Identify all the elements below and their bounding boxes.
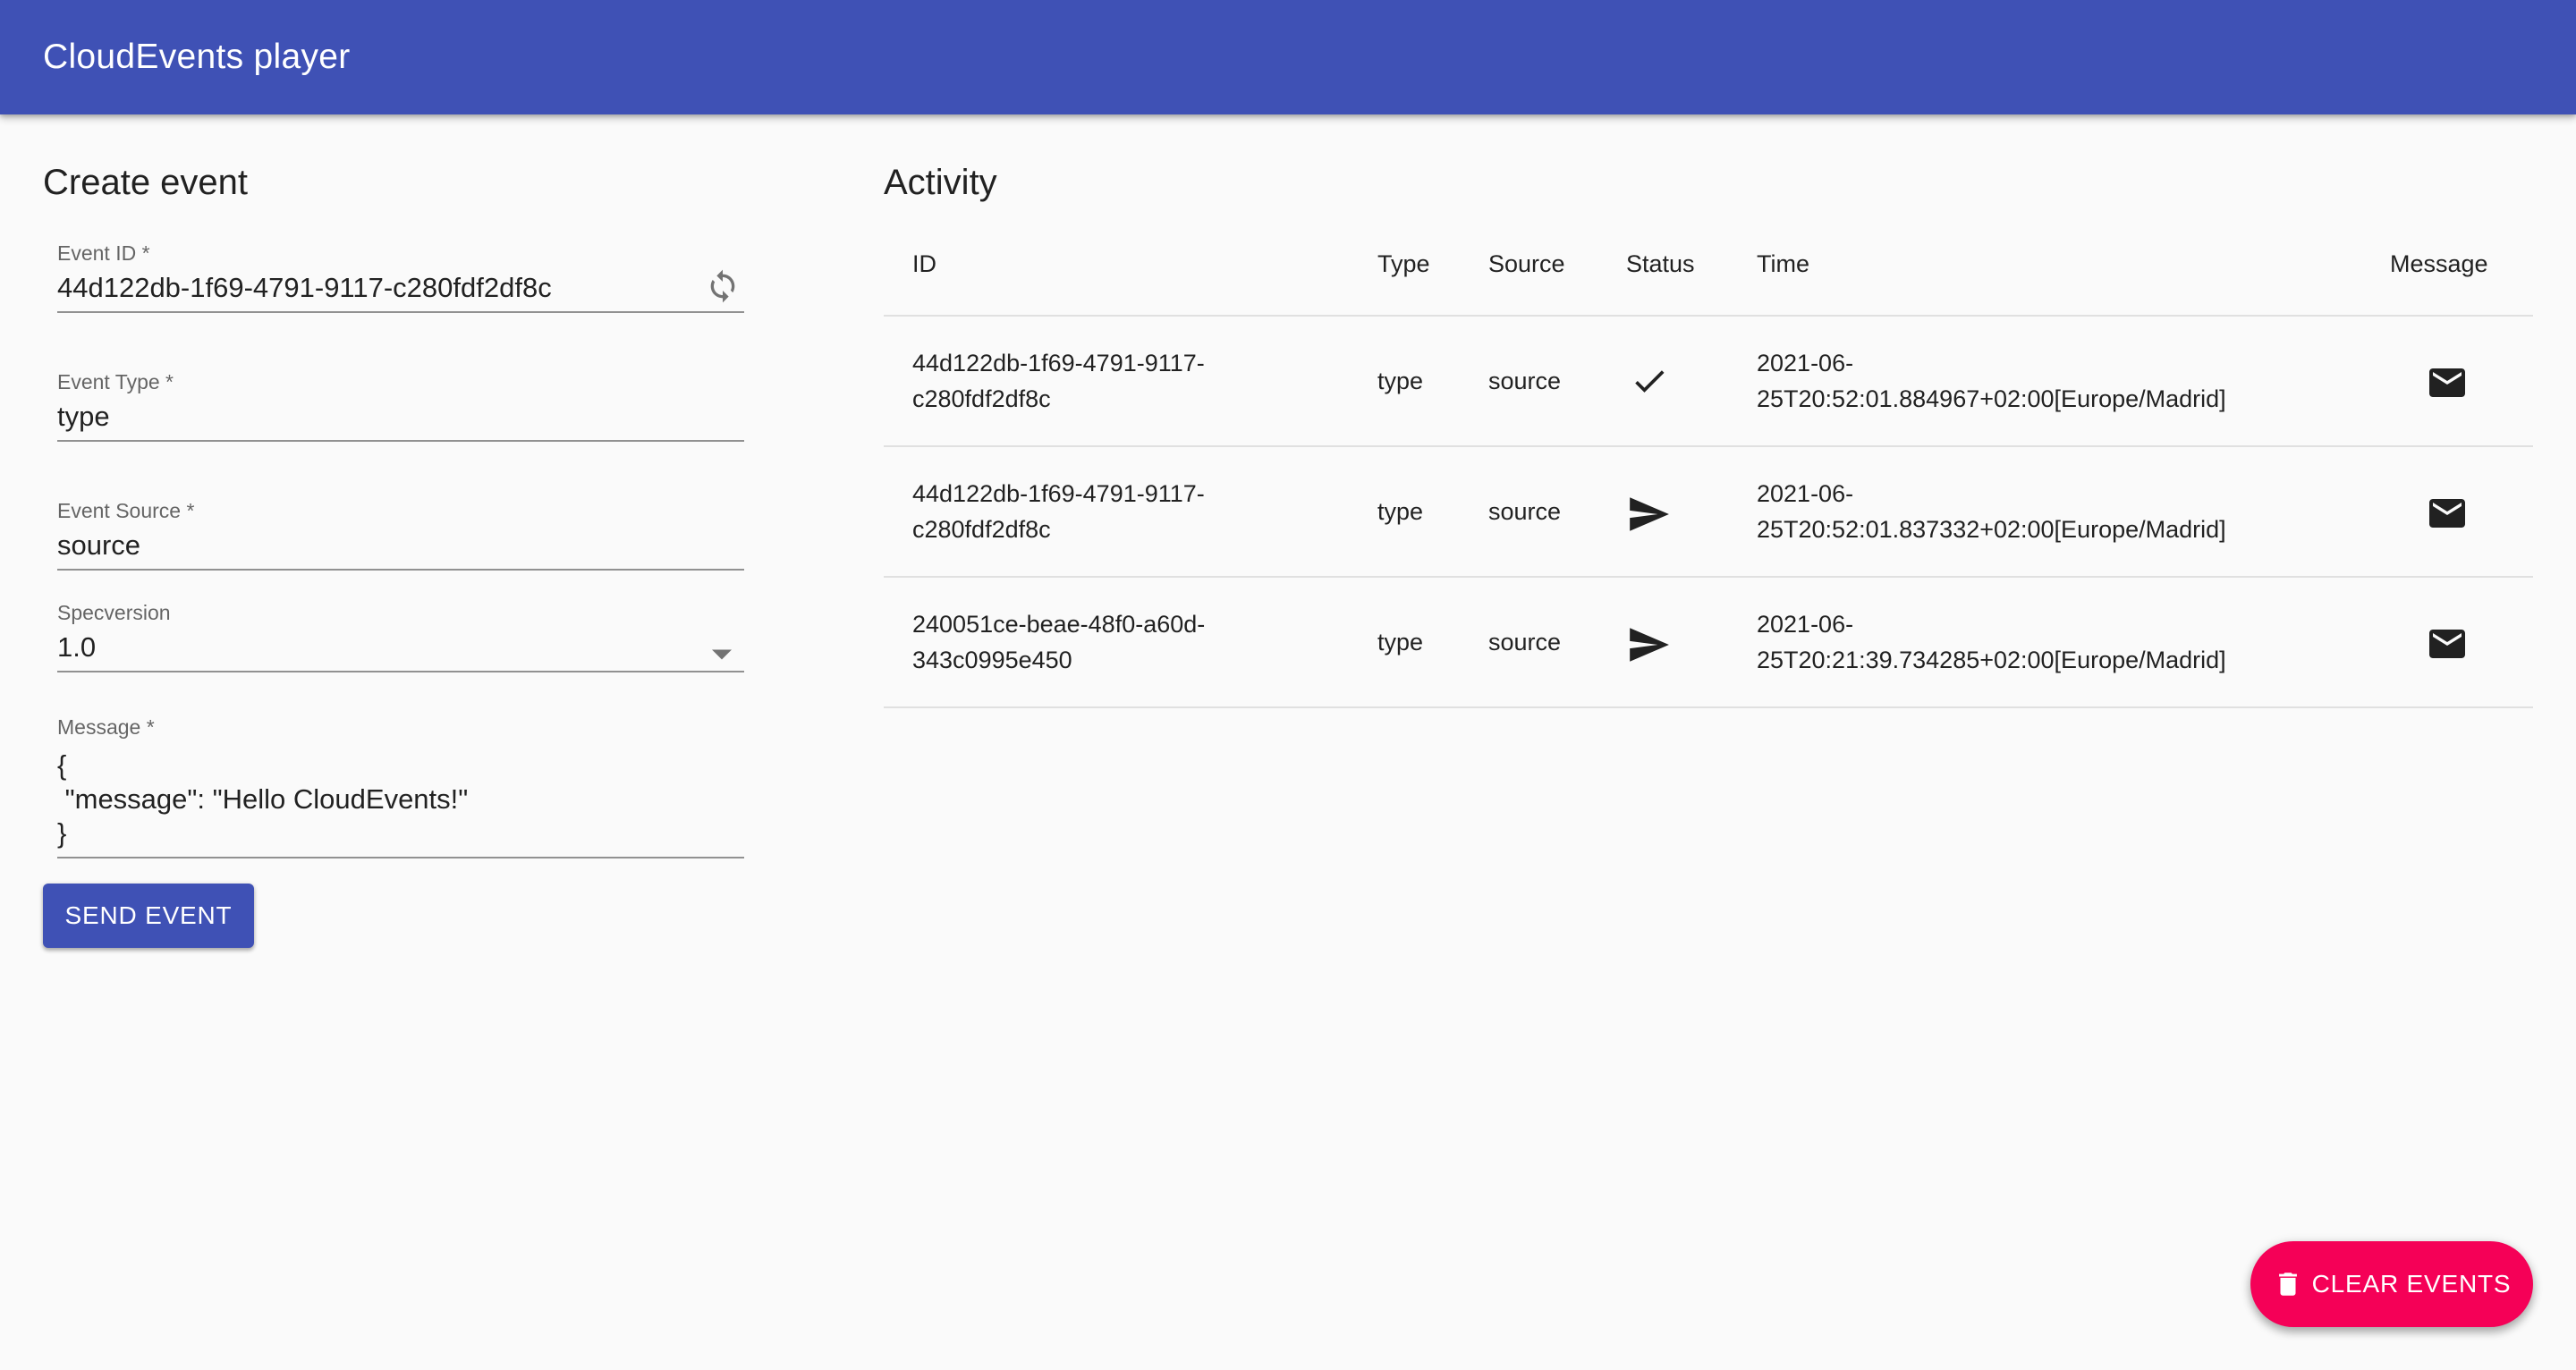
- message-line-1[interactable]: {: [57, 749, 66, 782]
- row-source: source: [1488, 629, 1562, 655]
- row-id-line-1: 44d122db-1f69-4791-9117-: [912, 350, 1205, 376]
- mail-icon[interactable]: [2426, 361, 2469, 404]
- row-id-line-1: 44d122db-1f69-4791-9117-: [912, 480, 1205, 507]
- column-header-status: Status: [1626, 250, 1695, 277]
- row-divider: [884, 576, 2533, 578]
- specversion-value[interactable]: 1.0: [57, 631, 96, 664]
- row-divider: [884, 445, 2533, 447]
- event-source-label: Event Source *: [57, 499, 195, 522]
- row-time-line-2: 25T20:52:01.884967+02:00[Europe/Madrid]: [1757, 385, 2226, 412]
- message-textarea[interactable]: Message * { "message": "Hello CloudEvent…: [57, 715, 744, 858]
- column-header-type: Type: [1377, 250, 1430, 277]
- row-id-line-2: c280fdf2df8c: [912, 385, 1051, 412]
- row-type: type: [1377, 629, 1424, 655]
- refresh-icon[interactable]: [705, 268, 741, 304]
- row-time-line-1: 2021-06-: [1757, 480, 1854, 507]
- column-header-message: Message: [2390, 250, 2488, 277]
- chevron-down-icon[interactable]: [712, 649, 732, 660]
- clear-events-button[interactable]: CLEAR EVENTS: [2250, 1241, 2533, 1327]
- row-source: source: [1488, 368, 1562, 394]
- event-source-input[interactable]: source: [57, 529, 140, 562]
- row-source: source: [1488, 498, 1562, 525]
- column-header-time: Time: [1757, 250, 1809, 277]
- app-bar: CloudEvents player: [0, 0, 2576, 114]
- check-icon: [1635, 370, 1665, 393]
- row-time-line-2: 25T20:52:01.837332+02:00[Europe/Madrid]: [1757, 516, 2226, 543]
- row-divider: [884, 706, 2533, 708]
- event-type-label: Event Type *: [57, 370, 174, 393]
- mail-icon[interactable]: [2426, 492, 2469, 535]
- event-id-label: Event ID *: [57, 241, 150, 265]
- clear-events-label: CLEAR EVENTS: [2311, 1270, 2512, 1298]
- event-type-input[interactable]: type: [57, 401, 110, 433]
- event-type-underline: [57, 440, 744, 442]
- row-id-line-1: 240051ce-beae-48f0-a60d-: [912, 611, 1206, 638]
- specversion-label: Specversion: [57, 601, 171, 624]
- row-type: type: [1377, 498, 1424, 525]
- event-source-field[interactable]: Event Source * source: [57, 499, 744, 571]
- row-type: type: [1377, 368, 1424, 394]
- event-source-underline: [57, 569, 744, 571]
- app-title: CloudEvents player: [43, 38, 351, 76]
- row-id-line-2: c280fdf2df8c: [912, 516, 1051, 543]
- send-event-button[interactable]: SEND EVENT: [43, 884, 254, 948]
- trash-icon: [2278, 1273, 2297, 1296]
- event-type-field[interactable]: Event Type * type: [57, 370, 744, 442]
- header-divider: [884, 315, 2533, 317]
- event-id-field[interactable]: Event ID * 44d122db-1f69-4791-9117-c280f…: [57, 241, 744, 313]
- specversion-underline: [57, 671, 744, 672]
- row-time-line-1: 2021-06-: [1757, 350, 1854, 376]
- column-header-source: Source: [1488, 250, 1565, 277]
- message-label: Message *: [57, 715, 155, 739]
- row-time-line-1: 2021-06-: [1757, 611, 1854, 638]
- specversion-select[interactable]: Specversion 1.0: [57, 601, 744, 672]
- activity-title: Activity: [884, 163, 997, 202]
- event-id-input[interactable]: 44d122db-1f69-4791-9117-c280fdf2df8c: [57, 272, 552, 304]
- mail-icon[interactable]: [2426, 622, 2469, 665]
- send-icon: [1630, 628, 1669, 662]
- row-id-line-2: 343c0995e450: [912, 647, 1072, 673]
- row-time-line-2: 25T20:21:39.734285+02:00[Europe/Madrid]: [1757, 647, 2226, 673]
- message-underline: [57, 857, 744, 858]
- create-event-title: Create event: [43, 163, 249, 202]
- send-icon: [1630, 497, 1669, 531]
- column-header-id: ID: [912, 250, 936, 277]
- message-line-3[interactable]: }: [57, 817, 66, 850]
- message-line-2[interactable]: "message": "Hello CloudEvents!": [57, 783, 469, 816]
- event-id-underline: [57, 311, 744, 313]
